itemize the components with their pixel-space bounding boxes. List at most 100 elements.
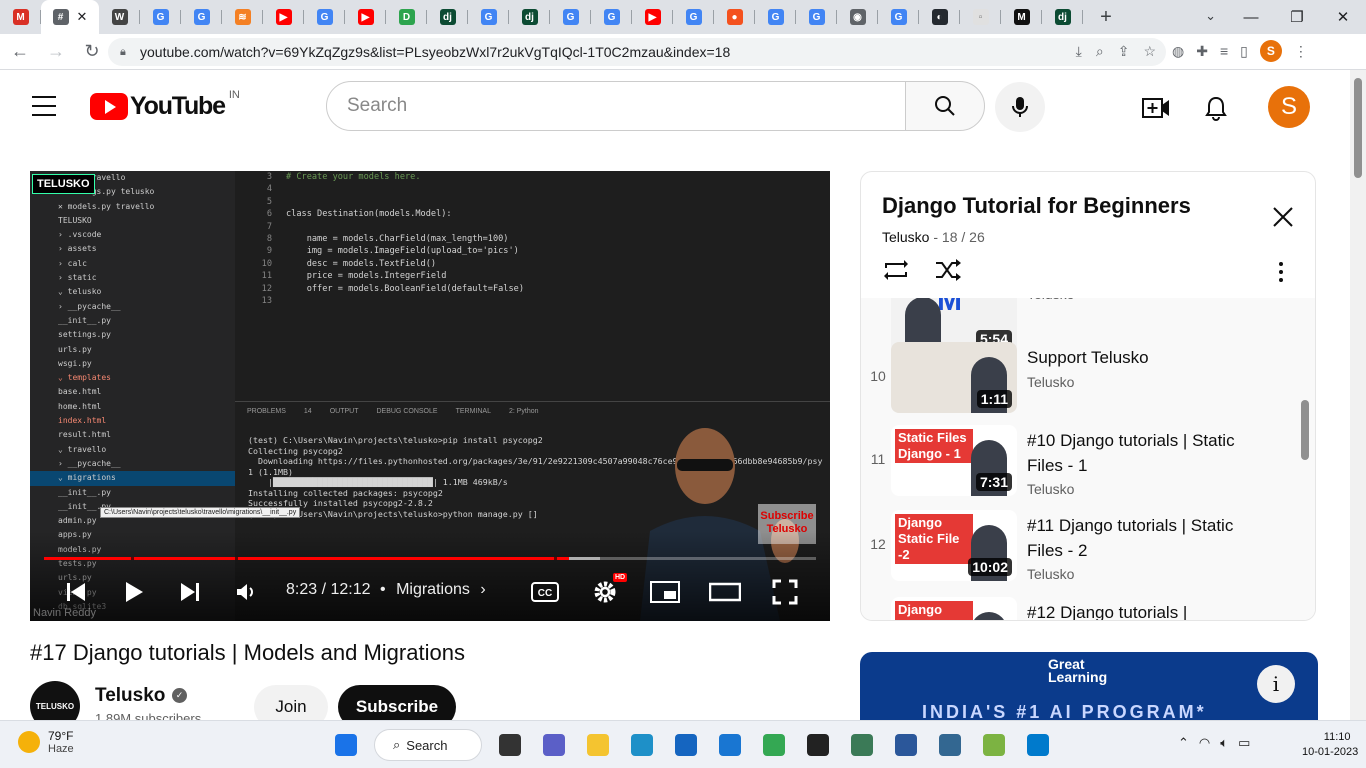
browser-tab[interactable]: dj: [427, 0, 468, 34]
info-icon[interactable]: i: [1257, 665, 1295, 703]
speaker-icon[interactable]: 🔈︎: [1220, 735, 1228, 751]
puzzle-icon[interactable]: ✚: [1196, 43, 1208, 60]
browser-tab[interactable]: G: [181, 0, 222, 34]
wifi-icon[interactable]: ◠: [1199, 735, 1210, 751]
video-player[interactable]: …s.py travello…settings.py telusko✕ mode…: [30, 171, 830, 621]
browser-tab[interactable]: ≋: [222, 0, 263, 34]
browser-tab[interactable]: ◐: [919, 0, 960, 34]
minimize-icon[interactable]: —: [1228, 0, 1274, 34]
side-panel-icon[interactable]: ▯: [1240, 43, 1248, 60]
browser-tab[interactable]: G: [591, 0, 632, 34]
browser-tab[interactable]: W: [99, 0, 140, 34]
volume-icon[interactable]: [228, 574, 264, 610]
browser-tab[interactable]: G: [140, 0, 181, 34]
teams-chat-icon[interactable]: [538, 729, 570, 761]
create-video-icon[interactable]: [1142, 94, 1170, 122]
browser-tab[interactable]: dj: [509, 0, 550, 34]
playlist-item[interactable]: 11 Static Files Django - 1 7:31 #10 Django …: [861, 425, 1301, 511]
address-bar[interactable]: 🔒︎ youtube.com/watch?v=69YkZqZgz9s&list=…: [108, 38, 1166, 66]
install-icon[interactable]: ⤓: [1076, 43, 1082, 60]
chevron-up-icon[interactable]: ⌃: [1178, 735, 1189, 751]
browser-tab[interactable]: ▶: [632, 0, 673, 34]
previous-icon[interactable]: [58, 574, 94, 610]
new-tab-icon[interactable]: +: [1089, 0, 1123, 34]
share-icon[interactable]: ⇪: [1118, 43, 1130, 60]
playlist-title[interactable]: Django Tutorial for Beginners: [882, 193, 1191, 219]
progress-bar[interactable]: [44, 557, 816, 560]
browser-tab[interactable]: G: [796, 0, 837, 34]
browser-tab[interactable]: ▫: [960, 0, 1001, 34]
close-icon[interactable]: [1269, 203, 1297, 231]
browser-tab[interactable]: ▶: [263, 0, 304, 34]
task-view-icon[interactable]: [494, 729, 526, 761]
browser-tab[interactable]: G: [468, 0, 509, 34]
profile-avatar[interactable]: S: [1259, 40, 1282, 62]
close-tab-icon[interactable]: ✕: [77, 9, 88, 25]
channel-name[interactable]: Telusko: [95, 685, 165, 707]
search-input[interactable]: Search: [326, 81, 906, 131]
postgres-icon[interactable]: [934, 729, 966, 761]
browser-tab[interactable]: G: [673, 0, 714, 34]
playlist-item-title[interactable]: #11 Django tutorials | Static Files - 2: [1027, 513, 1267, 563]
voice-search-button[interactable]: [995, 82, 1045, 132]
mail-icon[interactable]: [714, 729, 746, 761]
more-options-icon[interactable]: [1271, 262, 1291, 282]
arrow-app-icon[interactable]: [978, 729, 1010, 761]
miniplayer-icon[interactable]: [647, 574, 683, 610]
browser-tab[interactable]: ▶: [345, 0, 386, 34]
browser-tab[interactable]: G: [755, 0, 796, 34]
restore-icon[interactable]: ❐: [1274, 0, 1320, 34]
playlist-item-title[interactable]: Support Telusko: [1027, 345, 1267, 370]
shuffle-icon[interactable]: [934, 258, 962, 282]
advertisement[interactable]: Great Learning INDIA'S #1 AI PROGRAM* i: [860, 652, 1318, 722]
browser-tab[interactable]: ◉: [837, 0, 878, 34]
chapter-button[interactable]: • Migrations ›: [380, 581, 486, 599]
terminal-icon[interactable]: [802, 729, 834, 761]
playlist-item[interactable]: 12 Django Static File -2 10:02 #11 Django t…: [861, 510, 1301, 596]
close-window-icon[interactable]: ✕: [1320, 0, 1366, 34]
back-icon[interactable]: ←: [4, 36, 36, 68]
browser-tab[interactable]: dj: [1042, 0, 1083, 34]
weather-widget[interactable]: 79°F Haze: [18, 729, 74, 755]
file-explorer-icon[interactable]: [582, 729, 614, 761]
playlist-item[interactable]: Django Tutorial Passing #12 Django tutori…: [861, 597, 1301, 620]
bookmark-star-icon[interactable]: ☆: [1143, 43, 1156, 60]
captions-icon[interactable]: CC: [527, 574, 563, 610]
search-button[interactable]: [905, 81, 985, 131]
playlist-item-title[interactable]: #12 Django tutorials |: [1027, 600, 1267, 620]
media-queue-icon[interactable]: ≡: [1220, 43, 1228, 59]
browser-tab[interactable]: G: [878, 0, 919, 34]
video-thumbnail[interactable]: Django Tutorial Passing: [891, 597, 1017, 620]
chrome-menu-icon[interactable]: ⋮: [1294, 43, 1308, 60]
clock[interactable]: 11:10 10-01-2023: [1302, 730, 1358, 760]
playlist-scrollbar[interactable]: [1301, 400, 1309, 460]
chrome-icon[interactable]: [758, 729, 790, 761]
taskbar-search[interactable]: ⌕ Search: [374, 729, 482, 761]
edge-icon[interactable]: [626, 729, 658, 761]
playlist-item-title[interactable]: #10 Django tutorials | Static Files - 1: [1027, 428, 1267, 478]
store-icon[interactable]: [670, 729, 702, 761]
notifications-bell-icon[interactable]: [1202, 94, 1230, 122]
browser-tab[interactable]: ●: [714, 0, 755, 34]
windows-start-icon[interactable]: [330, 729, 362, 761]
video-thumbnail[interactable]: 1:11: [891, 342, 1017, 413]
play-icon[interactable]: [116, 574, 152, 610]
vscode-icon[interactable]: [1022, 729, 1054, 761]
video-thumbnail[interactable]: Django Static File -2 10:02: [891, 510, 1017, 581]
battery-icon[interactable]: ▭: [1238, 735, 1250, 751]
reload-icon[interactable]: ↻: [76, 36, 108, 68]
page-scrollbar[interactable]: [1350, 70, 1366, 720]
browser-tab[interactable]: M: [1001, 0, 1042, 34]
account-avatar[interactable]: S: [1268, 86, 1310, 128]
word-icon[interactable]: [890, 729, 922, 761]
forward-icon[interactable]: →: [40, 36, 72, 68]
next-icon[interactable]: [172, 574, 208, 610]
playlist-owner[interactable]: Telusko: [882, 229, 929, 245]
browser-tab[interactable]: M: [0, 0, 41, 34]
loop-icon[interactable]: [882, 258, 910, 282]
layers-icon[interactable]: [846, 729, 878, 761]
browser-tab[interactable]: # ✕: [41, 0, 99, 34]
zoom-icon[interactable]: ⌕: [1096, 43, 1104, 60]
browser-tab[interactable]: G: [550, 0, 591, 34]
fullscreen-icon[interactable]: [767, 574, 803, 610]
